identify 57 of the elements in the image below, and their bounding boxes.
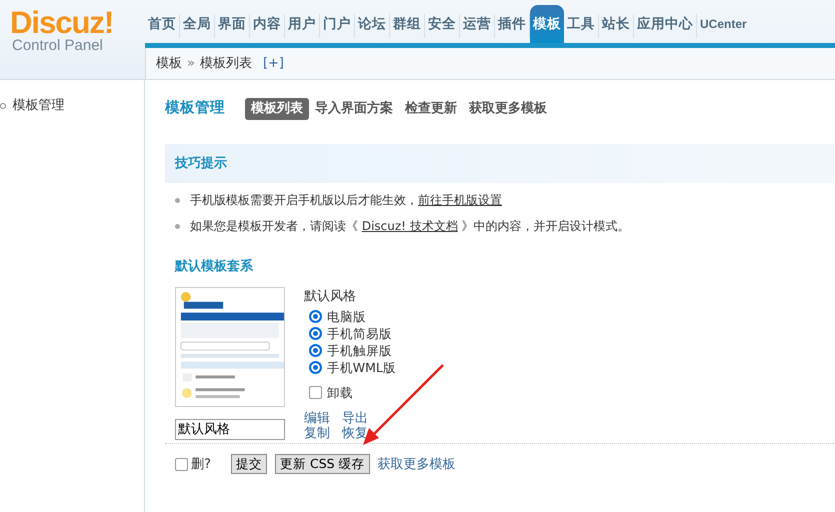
sidebar-item[interactable]: 模板管理 <box>12 96 64 116</box>
tip-text: 手机版模板需要开启手机版以后才能生效，前往手机版设置 <box>190 192 502 210</box>
nav-tab[interactable]: 全局 <box>180 14 215 38</box>
radio-button[interactable] <box>308 310 322 324</box>
page-tab[interactable]: 获取更多模板 <box>463 98 553 120</box>
tip-link[interactable]: 前往手机版设置 <box>418 193 502 208</box>
section-title: 默认模板套系 <box>175 258 254 276</box>
nav-tab[interactable]: 用户 <box>285 14 320 38</box>
nav-tab[interactable]: 内容 <box>250 14 285 38</box>
form-button[interactable]: 更新 CSS 缓存 <box>275 454 370 474</box>
logo: Discuz! <box>10 8 114 38</box>
bullet-icon <box>175 198 180 203</box>
action-link[interactable]: 复制 <box>304 426 342 442</box>
checkbox-label: 卸载 <box>326 384 353 402</box>
nav-tab[interactable]: UCenter <box>697 14 750 38</box>
nav-tab[interactable]: 门户 <box>320 14 355 38</box>
radio-button[interactable] <box>308 344 322 358</box>
nav-tab[interactable]: 首页 <box>145 14 180 38</box>
tip-link[interactable]: Discuz! 技术文档 <box>362 219 458 234</box>
checkbox[interactable] <box>308 386 322 400</box>
bullet-icon <box>0 102 6 109</box>
form-button[interactable]: 提交 <box>231 454 268 474</box>
tip-text: 如果您是模板开发者，请阅读《 Discuz! 技术文档 》中的内容，并开启设计模式。 <box>190 218 630 236</box>
page-tab[interactable]: 模板列表 <box>245 98 309 120</box>
radio-label: 手机简易版 <box>326 325 392 342</box>
name-field[interactable]: 默认风格 <box>175 418 285 440</box>
nav-tab[interactable]: 论坛 <box>355 14 390 38</box>
logo-subtitle: Control Panel <box>11 38 104 54</box>
breadcrumb-separator: » <box>187 54 195 73</box>
nav-tab[interactable]: 运营 <box>460 14 495 38</box>
nav-tab[interactable]: 群组 <box>390 14 425 38</box>
radio-label: 手机WML版 <box>326 359 396 376</box>
radio-button[interactable] <box>308 327 322 340</box>
tips-header: 技巧提示 <box>165 144 835 184</box>
nav-tab[interactable]: 模板 <box>530 5 564 43</box>
breadcrumb-link[interactable]: 模板 <box>156 54 182 74</box>
action-link[interactable]: 恢复 <box>342 426 382 442</box>
radio-label: 电脑版 <box>326 308 366 326</box>
nav-tab[interactable]: 工具 <box>564 14 599 38</box>
radio-label: 手机触屏版 <box>326 342 392 360</box>
page-tab[interactable]: 导入界面方案 <box>309 98 399 120</box>
checkbox[interactable] <box>175 458 188 471</box>
nav-tab[interactable]: 安全 <box>425 14 460 38</box>
style-label: 默认风格 <box>304 288 357 306</box>
add-link[interactable]: [+] <box>262 54 284 74</box>
nav-tab[interactable]: 站长 <box>599 14 634 38</box>
bullet-icon <box>175 224 180 229</box>
nav-tab[interactable]: 应用中心 <box>634 14 697 38</box>
radio-button[interactable] <box>308 361 322 374</box>
checkbox-label: 删? <box>191 456 212 474</box>
page-tab[interactable]: 检查更新 <box>399 98 463 120</box>
nav-tab[interactable]: 界面 <box>215 14 250 38</box>
action-link[interactable]: 编辑 <box>304 411 342 426</box>
more-templates-link[interactable]: 获取更多模板 <box>378 454 456 474</box>
page-title: 模板管理 <box>165 98 225 118</box>
breadcrumb-link[interactable]: 模板列表 <box>200 54 252 74</box>
action-link[interactable]: 导出 <box>342 411 382 426</box>
